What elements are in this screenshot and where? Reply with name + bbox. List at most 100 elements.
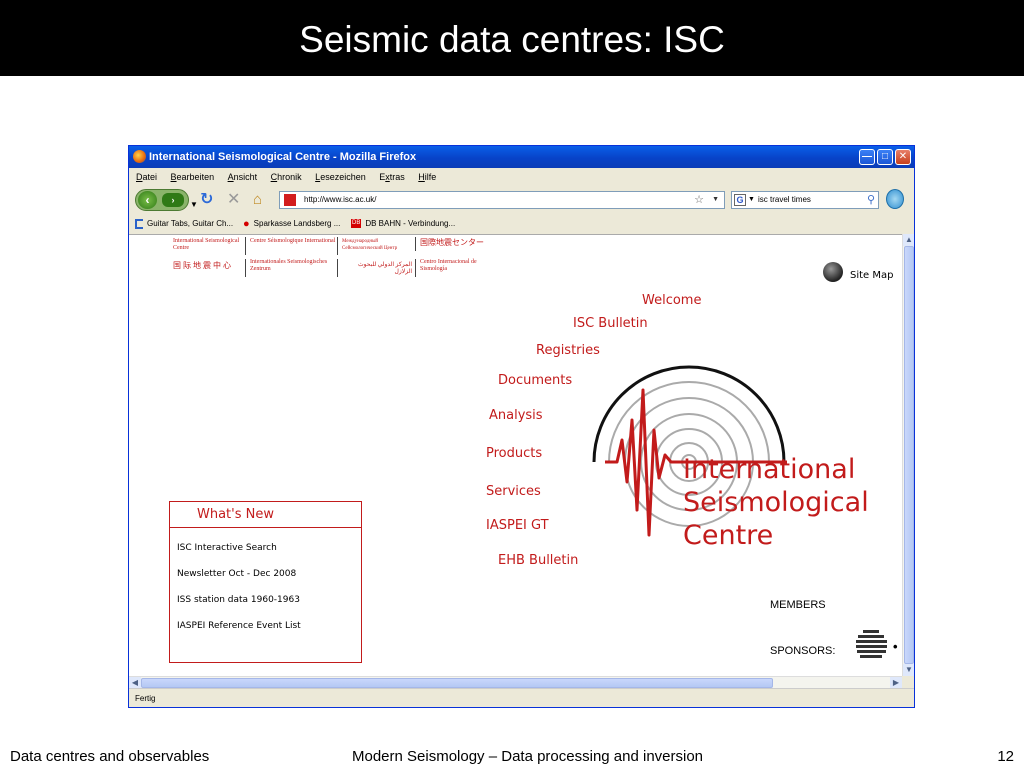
bookmark-star-icon[interactable]: ☆ xyxy=(694,192,704,208)
search-bar[interactable]: G ▼ isc travel times ⚲ xyxy=(731,191,879,209)
lang-arabic[interactable]: المركز الدولي للبحوث الزلازل xyxy=(342,262,412,276)
whats-new-title: What's New xyxy=(170,502,361,528)
nav-products[interactable]: Products xyxy=(486,446,542,461)
window-title: International Seismological Centre - Moz… xyxy=(149,151,417,163)
nav-registries[interactable]: Registries xyxy=(536,343,600,358)
isc-logo: International Seismological Centre xyxy=(592,365,869,551)
lang-separator xyxy=(337,237,338,255)
lang-separator xyxy=(337,259,338,277)
lang-japanese[interactable]: 国際地震センター xyxy=(420,239,500,247)
bookmark-sparkasse[interactable]: ● Sparkasse Landsberg ... xyxy=(243,214,340,234)
vertical-scrollbar[interactable]: ▲ ▼ xyxy=(902,234,914,676)
lang-french[interactable]: Centre Séismologique International xyxy=(250,238,338,245)
url-text: http://www.isc.ac.uk/ xyxy=(304,195,377,204)
menu-datei[interactable]: Datei xyxy=(136,172,157,182)
reload-icon[interactable]: ↻ xyxy=(200,191,213,209)
sparkasse-icon: ● xyxy=(243,218,250,230)
bookmark-guitar-tabs[interactable]: Guitar Tabs, Guitar Ch... xyxy=(135,214,233,234)
page-viewport: International Seismological Centre Centr… xyxy=(129,234,902,676)
bookmark-c-icon xyxy=(135,218,143,229)
bookmark-label: DB BAHN - Verbindung... xyxy=(365,219,456,228)
news-item[interactable]: IASPEI Reference Event List xyxy=(177,621,301,631)
nav-services[interactable]: Services xyxy=(486,484,541,499)
menu-chronik[interactable]: Chronik xyxy=(271,172,302,182)
db-bahn-icon: DB xyxy=(351,219,362,229)
close-button[interactable]: ✕ xyxy=(895,149,911,165)
minimize-button[interactable]: — xyxy=(859,149,875,165)
nav-iaspei-gt[interactable]: IASPEI GT xyxy=(486,518,549,533)
back-forward-group: ‹ › xyxy=(135,189,189,211)
logo-text-line: Seismological xyxy=(683,487,869,518)
lang-russian[interactable]: Международный Сейсмологический Центр xyxy=(342,238,412,252)
sponsor-emblem-icon[interactable] xyxy=(855,629,889,661)
news-item[interactable]: ISS station data 1960-1963 xyxy=(177,595,300,605)
page-number: 12 xyxy=(997,748,1014,765)
history-dropdown-icon[interactable]: ▼ xyxy=(190,196,198,214)
scroll-up-icon[interactable]: ▲ xyxy=(903,234,914,246)
menu-hilfe-rest: ilfe xyxy=(424,172,437,182)
skype-addon-icon[interactable] xyxy=(886,189,904,209)
search-text: isc travel times xyxy=(758,195,811,204)
back-button[interactable]: ‹ xyxy=(138,191,157,209)
window-title-bar[interactable]: International Seismological Centre - Moz… xyxy=(129,146,914,168)
slide-title: Seismic data centres: ISC xyxy=(0,0,1024,76)
scrollbar-corner xyxy=(902,676,914,688)
news-item[interactable]: ISC Interactive Search xyxy=(177,543,277,553)
stop-icon[interactable]: ✕ xyxy=(227,191,240,209)
bookmark-label: Guitar Tabs, Guitar Ch... xyxy=(147,219,234,228)
nav-documents[interactable]: Documents xyxy=(498,373,572,388)
menu-ansicht[interactable]: Ansicht xyxy=(228,172,258,182)
menu-chronik-rest: hronik xyxy=(277,172,302,182)
lang-english[interactable]: International Seismological Centre xyxy=(173,238,245,252)
site-map-link[interactable]: Site Map xyxy=(850,270,893,281)
members-link[interactable]: MEMBERS xyxy=(770,599,826,611)
menu-bearbeiten[interactable]: Bearbeiten xyxy=(171,172,215,182)
lang-separator xyxy=(245,237,246,255)
whats-new-panel: What's New ISC Interactive Search Newsle… xyxy=(169,501,362,663)
scroll-down-icon[interactable]: ▼ xyxy=(903,664,914,676)
search-icon[interactable]: ⚲ xyxy=(867,192,875,208)
lang-german[interactable]: Internationales Seismologisches Zentrum xyxy=(250,259,338,273)
bookmark-label: Sparkasse Landsberg ... xyxy=(253,219,341,229)
vertical-scroll-thumb[interactable] xyxy=(904,246,914,664)
lang-separator xyxy=(415,259,416,277)
nav-ehb-bulletin[interactable]: EHB Bulletin xyxy=(498,553,578,568)
footer-left: Data centres and observables xyxy=(10,748,210,765)
forward-button[interactable]: › xyxy=(162,193,184,207)
url-bar[interactable]: http://www.isc.ac.uk/ ☆ ▼ xyxy=(279,191,725,209)
menu-ansicht-rest: nsicht xyxy=(233,172,258,182)
lang-separator xyxy=(415,237,416,251)
footer-center: Modern Seismology – Data processing and … xyxy=(352,748,704,765)
firefox-icon xyxy=(133,150,146,163)
menu-extras[interactable]: Extras xyxy=(379,172,405,182)
menu-extras-rest: tras xyxy=(389,172,405,182)
home-icon[interactable]: ⌂ xyxy=(253,191,262,209)
menu-lesezeichen-rest: esezeichen xyxy=(320,172,366,182)
logo-text-line: International xyxy=(683,454,855,485)
url-dropdown-icon[interactable]: ▼ xyxy=(712,192,719,208)
horizontal-scrollbar[interactable]: ◀ ▶ xyxy=(129,676,902,689)
menu-bearbeiten-rest: earbeiten xyxy=(176,172,215,182)
search-engine-dropdown-icon[interactable]: ▼ xyxy=(748,192,755,208)
navigation-toolbar: ‹ › ▼ ↻ ✕ ⌂ http://www.isc.ac.uk/ ☆ ▼ G … xyxy=(129,186,914,214)
maximize-button[interactable]: □ xyxy=(877,149,893,165)
globe-icon[interactable] xyxy=(823,262,843,282)
nav-isc-bulletin[interactable]: ISC Bulletin xyxy=(573,316,648,331)
lang-separator xyxy=(245,259,246,277)
site-favicon-icon xyxy=(284,194,296,206)
status-bar: Fertig xyxy=(129,688,914,707)
nav-welcome[interactable]: Welcome xyxy=(642,293,701,308)
news-item[interactable]: Newsletter Oct - Dec 2008 xyxy=(177,569,296,579)
menu-lesezeichen[interactable]: Lesezeichen xyxy=(315,172,366,182)
horizontal-scroll-thumb[interactable] xyxy=(141,678,773,688)
bookmark-db-bahn[interactable]: DB DB BAHN - Verbindung... xyxy=(351,214,455,234)
lang-spanish[interactable]: Centro Internacional de Sismología xyxy=(420,259,490,273)
nav-analysis[interactable]: Analysis xyxy=(489,408,543,423)
google-engine-icon[interactable]: G xyxy=(734,194,746,206)
menu-datei-rest: atei xyxy=(142,172,158,182)
slide: Seismic data centres: ISC International … xyxy=(0,0,1024,768)
menu-hilfe[interactable]: Hilfe xyxy=(418,172,436,182)
bookmarks-toolbar: Guitar Tabs, Guitar Ch... ● Sparkasse Lan… xyxy=(129,214,914,234)
sponsor-partial-logo-icon[interactable]: • xyxy=(893,639,898,654)
lang-chinese[interactable]: 国 际 地 震 中 心 xyxy=(173,262,243,270)
